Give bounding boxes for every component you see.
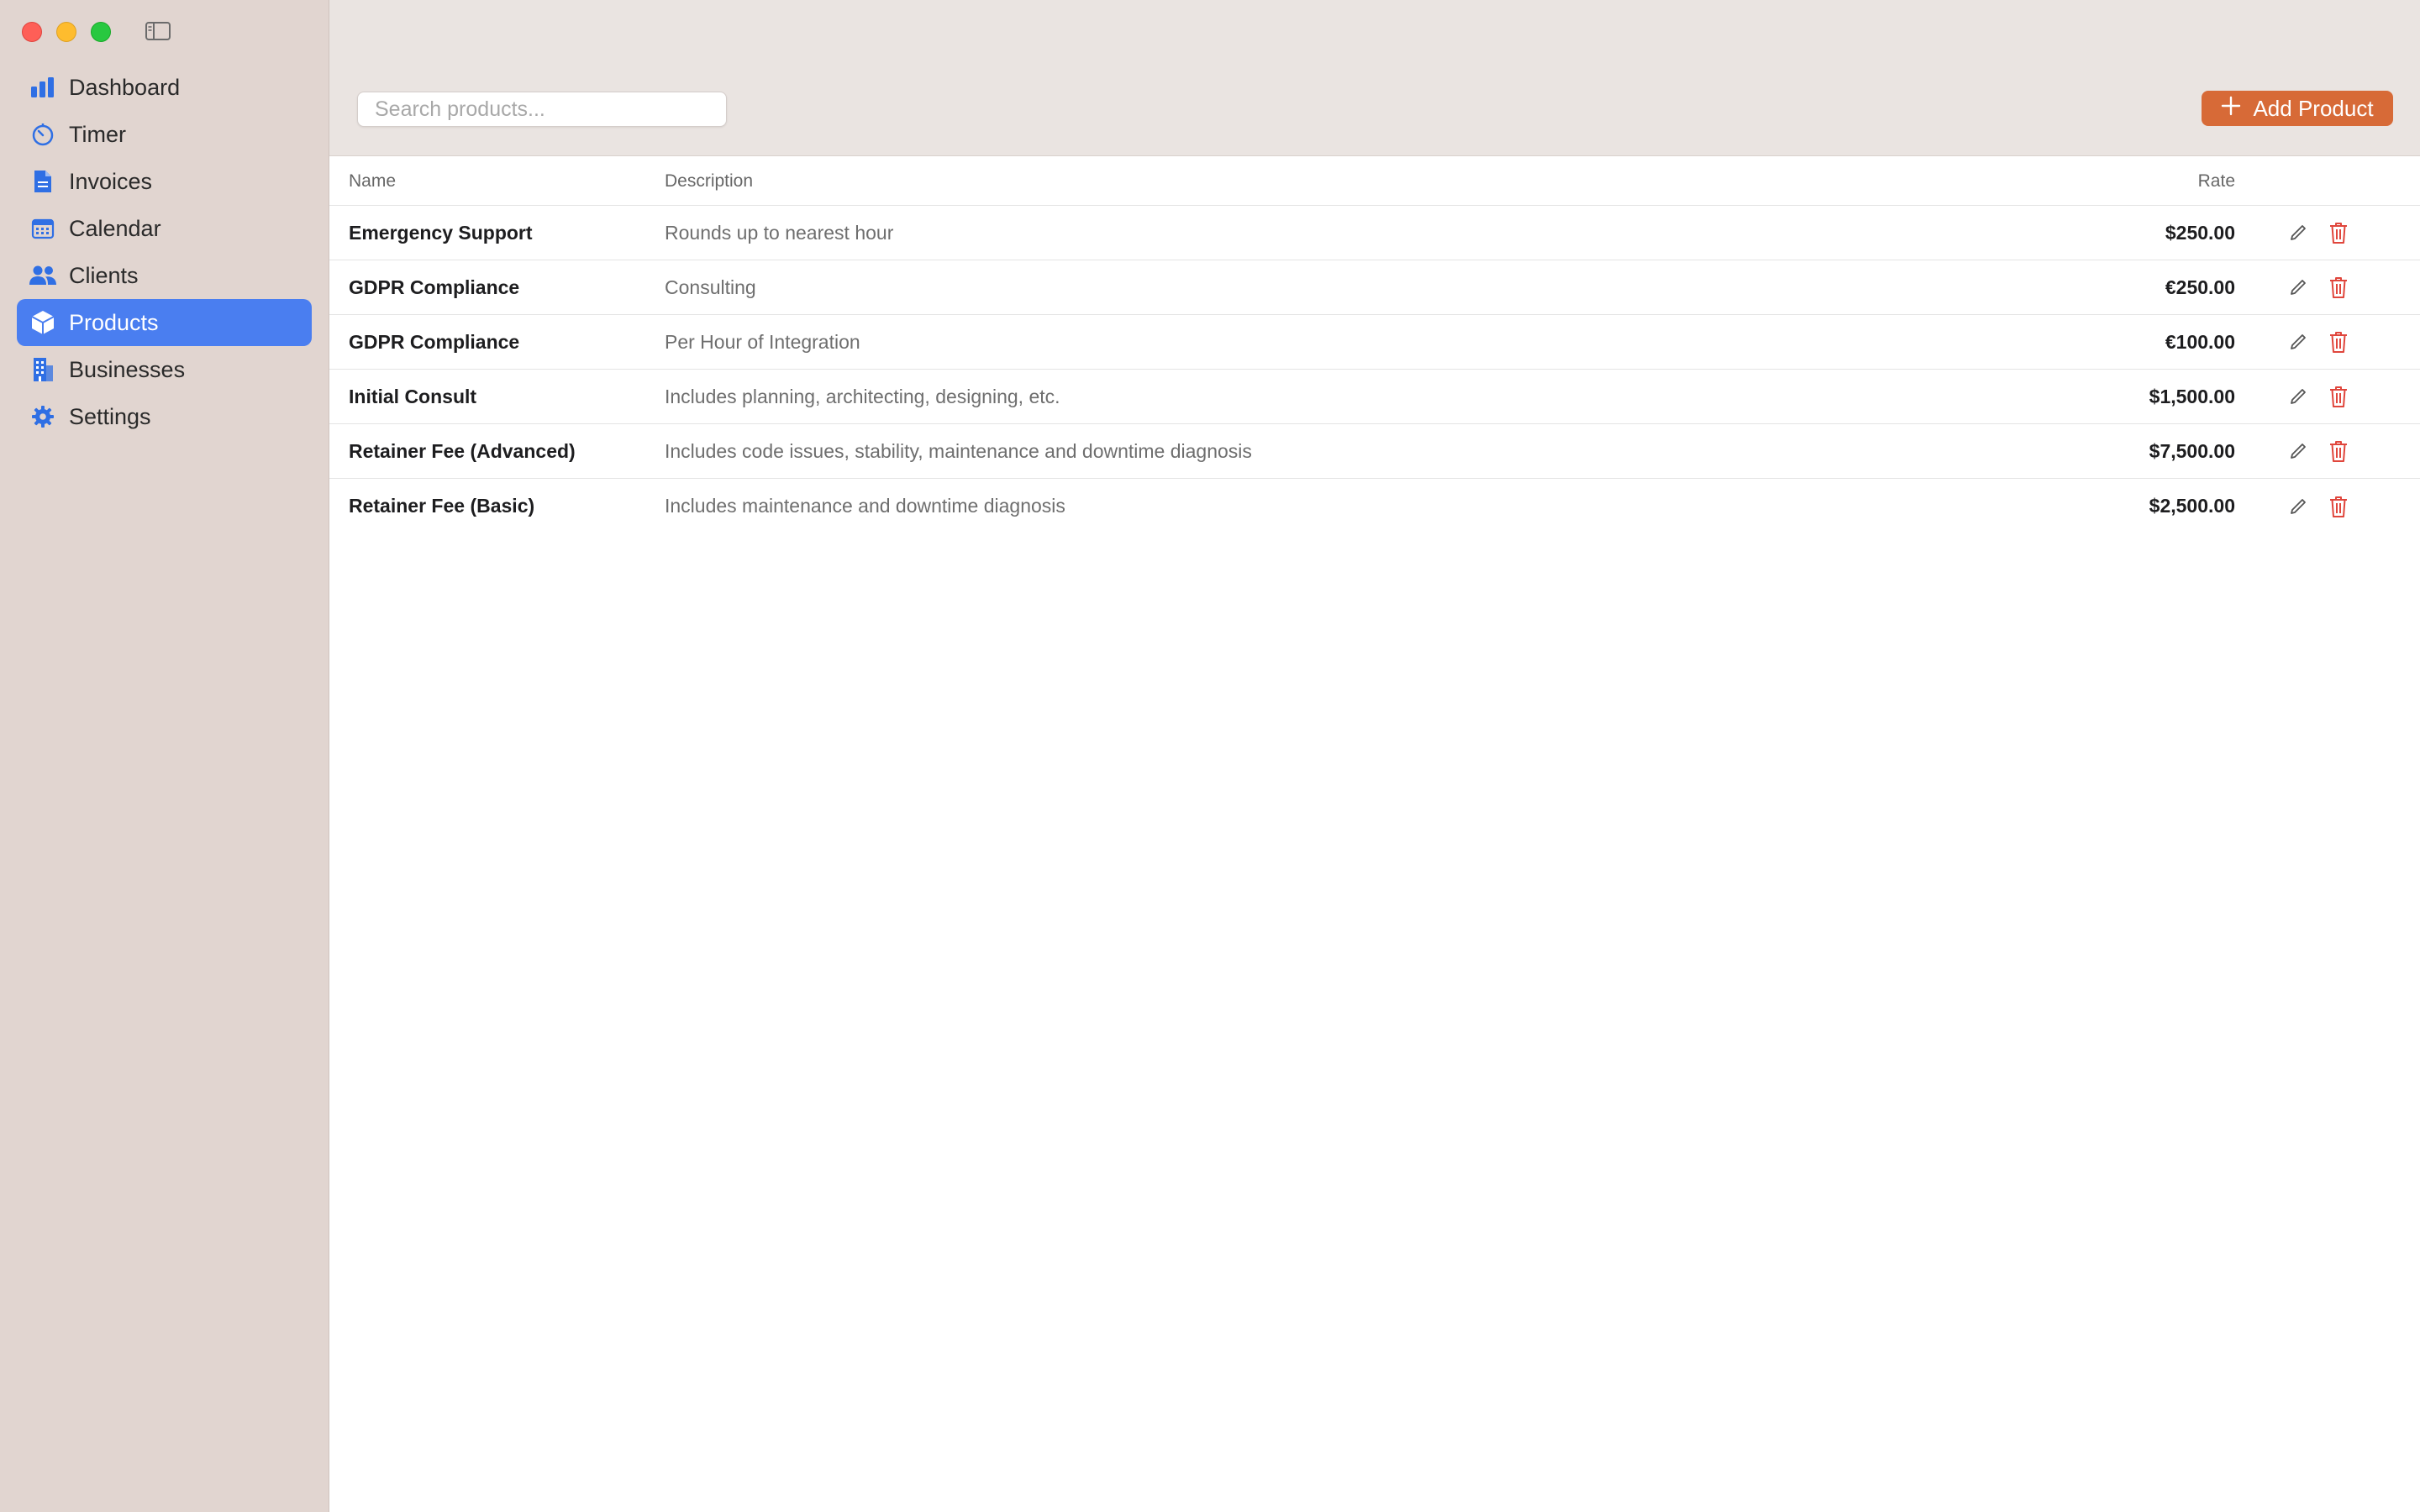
pencil-icon[interactable]	[2287, 329, 2309, 354]
sidebar-item-calendar[interactable]: Calendar	[17, 205, 312, 252]
product-name: Retainer Fee (Advanced)	[349, 439, 576, 462]
minimize-window-button[interactable]	[56, 22, 76, 42]
sidebar-item-products[interactable]: Products	[17, 299, 312, 346]
product-description: Rounds up to nearest hour	[665, 221, 894, 244]
row-actions	[2287, 438, 2349, 464]
table-row[interactable]: GDPR Compliance Consulting €250.00	[329, 260, 2420, 315]
column-header-rate[interactable]: Rate	[2198, 171, 2235, 192]
table-row[interactable]: GDPR Compliance Per Hour of Integration …	[329, 315, 2420, 370]
trash-icon[interactable]	[2328, 384, 2349, 409]
zoom-window-button[interactable]	[91, 22, 111, 42]
trash-icon[interactable]	[2328, 329, 2349, 354]
row-actions	[2287, 220, 2349, 245]
window-controls	[22, 22, 111, 42]
product-rate: $7,500.00	[2149, 439, 2235, 462]
product-description: Per Hour of Integration	[665, 330, 860, 353]
people-icon	[29, 261, 57, 290]
sidebar-item-timer[interactable]: Timer	[17, 111, 312, 158]
sidebar-nav: Dashboard Timer Invoices Calendar Client…	[17, 64, 312, 440]
sidebar-item-label: Clients	[69, 262, 139, 288]
product-rate: $2,500.00	[2149, 495, 2235, 517]
product-rate: $250.00	[2165, 221, 2235, 244]
sidebar-item-label: Calendar	[69, 215, 161, 241]
sidebar: Dashboard Timer Invoices Calendar Client…	[0, 0, 329, 1512]
product-name: Emergency Support	[349, 221, 533, 244]
row-actions	[2287, 329, 2349, 354]
close-window-button[interactable]	[22, 22, 42, 42]
sidebar-item-label: Dashboard	[69, 74, 181, 100]
trash-icon[interactable]	[2328, 438, 2349, 464]
table-row[interactable]: Initial Consult Includes planning, archi…	[329, 370, 2420, 424]
search-input[interactable]	[357, 92, 727, 127]
trash-icon[interactable]	[2328, 220, 2349, 245]
table-row[interactable]: Retainer Fee (Advanced) Includes code is…	[329, 424, 2420, 479]
column-header-name[interactable]: Name	[349, 171, 396, 192]
pencil-icon[interactable]	[2287, 220, 2309, 245]
pencil-icon[interactable]	[2287, 275, 2309, 300]
add-product-button[interactable]: Add Product	[2202, 91, 2393, 126]
cube-icon	[29, 308, 57, 337]
product-rate: €250.00	[2165, 276, 2235, 298]
product-description: Includes code issues, stability, mainten…	[665, 439, 1252, 462]
row-actions	[2287, 384, 2349, 409]
calendar-icon	[29, 214, 57, 243]
trash-icon[interactable]	[2328, 275, 2349, 300]
sidebar-item-label: Products	[69, 309, 159, 335]
product-name: Initial Consult	[349, 385, 477, 407]
pencil-icon[interactable]	[2287, 384, 2309, 409]
sidebar-toggle-icon[interactable]	[145, 20, 171, 42]
product-description: Includes maintenance and downtime diagno…	[665, 495, 1065, 517]
trash-icon[interactable]	[2328, 494, 2349, 519]
pencil-icon[interactable]	[2287, 494, 2309, 519]
sidebar-item-label: Timer	[69, 121, 126, 147]
sidebar-item-settings[interactable]: Settings	[17, 393, 312, 440]
row-actions	[2287, 275, 2349, 300]
main-content: Add Product Name Description Rate Emerge…	[329, 0, 2420, 1512]
sidebar-item-businesses[interactable]: Businesses	[17, 346, 312, 393]
sidebar-item-label: Invoices	[69, 168, 153, 194]
document-icon	[29, 167, 57, 196]
toolbar: Add Product	[329, 0, 2420, 156]
product-name: Retainer Fee (Basic)	[349, 495, 535, 517]
product-name: GDPR Compliance	[349, 276, 520, 298]
timer-icon	[29, 120, 57, 149]
pencil-icon[interactable]	[2287, 438, 2309, 464]
add-product-label: Add Product	[2253, 95, 2374, 121]
column-header-description[interactable]: Description	[665, 171, 753, 192]
app-window: Dashboard Timer Invoices Calendar Client…	[0, 0, 2420, 1512]
sidebar-item-invoices[interactable]: Invoices	[17, 158, 312, 205]
product-name: GDPR Compliance	[349, 330, 520, 353]
bar-chart-icon	[29, 73, 57, 102]
product-rate: $1,500.00	[2149, 385, 2235, 407]
product-description: Consulting	[665, 276, 756, 298]
plus-icon	[2221, 96, 2241, 122]
product-rate: €100.00	[2165, 330, 2235, 353]
table-row[interactable]: Emergency Support Rounds up to nearest h…	[329, 206, 2420, 260]
row-actions	[2287, 494, 2349, 519]
table-header: Name Description Rate	[329, 157, 2420, 206]
product-description: Includes planning, architecting, designi…	[665, 385, 1060, 407]
products-table: Name Description Rate Emergency Support …	[329, 157, 2420, 533]
table-row[interactable]: Retainer Fee (Basic) Includes maintenanc…	[329, 479, 2420, 533]
gear-icon	[29, 402, 57, 431]
building-icon	[29, 355, 57, 384]
sidebar-item-label: Settings	[69, 403, 151, 429]
sidebar-item-clients[interactable]: Clients	[17, 252, 312, 299]
sidebar-item-dashboard[interactable]: Dashboard	[17, 64, 312, 111]
sidebar-item-label: Businesses	[69, 356, 186, 382]
